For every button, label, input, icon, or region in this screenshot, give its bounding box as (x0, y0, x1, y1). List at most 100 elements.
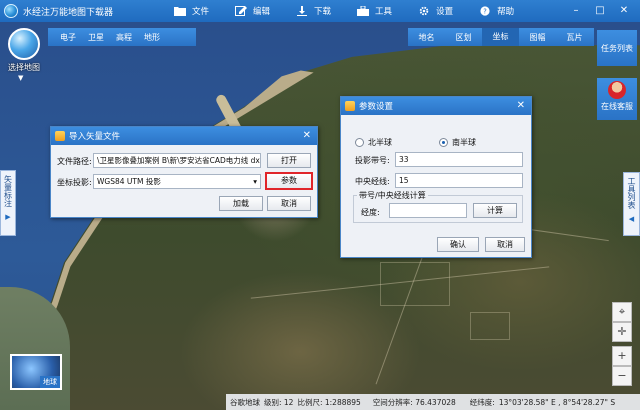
status-level: 级别: 12 (264, 397, 294, 407)
chevron-down-icon: ▾ (253, 177, 257, 186)
status-source: 谷歌地球 (230, 397, 260, 407)
task-list-button[interactable]: 任务列表 (597, 30, 637, 66)
menu-label: 帮助 (497, 7, 515, 17)
menu-download[interactable]: 下载 (296, 5, 331, 17)
vtab-label: 矢量标注 (3, 175, 13, 207)
cancel-button[interactable]: 取消 (485, 237, 525, 252)
tab-coordinates[interactable]: 坐标 (482, 28, 519, 46)
main-menu: 文件 编辑 下载 工具 设置 ? 帮助 (174, 0, 540, 22)
menu-label: 文件 (192, 7, 210, 17)
confirm-button[interactable]: 确认 (437, 237, 479, 252)
close-icon[interactable]: ✕ (303, 130, 311, 141)
tab-elevation[interactable]: 高程 (116, 32, 132, 43)
menu-settings[interactable]: 设置 (418, 5, 453, 17)
status-scale: 比例尺: 1:288895 (297, 397, 361, 407)
dialog-title: 导入矢量文件 (69, 132, 121, 142)
maximize-icon[interactable]: □ (588, 4, 612, 18)
vtab-label: 工具列表 (627, 177, 636, 209)
parameter-settings-dialog: 参数设置 ✕ 北半球 南半球 投影带号: 33 中央经线: 15 带号/中央经线… (340, 96, 532, 258)
service-avatar-icon (608, 81, 626, 99)
edit-icon (235, 6, 248, 16)
open-button[interactable]: 打开 (267, 153, 311, 168)
status-lonlat-label: 经纬度: (469, 397, 495, 407)
close-icon[interactable]: ✕ (612, 4, 636, 18)
minimize-icon[interactable]: – (564, 4, 588, 18)
projection-label: 坐标投影: (57, 178, 92, 187)
dialog-title: 参数设置 (359, 102, 394, 112)
tab-place-names[interactable]: 地名 (408, 32, 445, 43)
select-map-label: 选择地图 (8, 63, 40, 72)
tool-list-tab[interactable]: 工具列表 ◀ (623, 172, 640, 236)
online-service-button[interactable]: 在线客服 (597, 78, 637, 120)
field-area (470, 312, 510, 340)
path-label: 文件路径: (57, 157, 92, 166)
zone-label: 投影带号: (355, 156, 390, 165)
projection-select[interactable]: WGS84 UTM 投影 ▾ (93, 174, 261, 189)
gear-icon (419, 6, 429, 16)
projection-value: WGS84 UTM 投影 (97, 177, 161, 186)
south-hemisphere-label: 南半球 (452, 138, 476, 147)
tab-tiles[interactable]: 瓦片 (556, 32, 593, 43)
menu-help[interactable]: ? 帮助 (479, 5, 514, 17)
menu-tools[interactable]: 工具 (357, 5, 392, 17)
close-icon[interactable]: ✕ (517, 100, 525, 111)
import-vector-dialog: 导入矢量文件 ✕ 文件路径: \卫星影像叠加案例 B\新\罗安达省CAD电力线 … (50, 126, 318, 218)
compass-icon[interactable]: ✛ (612, 322, 632, 342)
chevron-left-icon: ◀ (628, 215, 635, 223)
select-map-button[interactable]: 选择地图 (4, 28, 44, 80)
tab-divisions[interactable]: 区划 (445, 32, 482, 43)
title-bar: 水经注万能地图下载器 文件 编辑 下载 工具 设置 ? 帮助 – □ ✕ (0, 0, 640, 22)
zone-field[interactable]: 33 (395, 152, 523, 167)
map-type-tabs: 电子 卫星 高程 地形 (48, 28, 196, 46)
longitude-field[interactable] (389, 203, 467, 218)
menu-label: 设置 (436, 7, 454, 17)
toolbox-icon (357, 6, 370, 16)
settings-icon (345, 101, 355, 111)
tab-terrain[interactable]: 地形 (144, 32, 160, 43)
overlay-tabs: 地名 区划 坐标 图幅 瓦片 (408, 28, 594, 46)
dialog-titlebar: 导入矢量文件 ✕ (51, 127, 317, 145)
download-icon (297, 6, 308, 16)
status-resolution: 空间分辨率: 76.437028 (372, 397, 456, 407)
thumbnail-label: 地球 (40, 376, 60, 388)
tab-satellite[interactable]: 卫星 (88, 32, 104, 43)
earth-thumbnail[interactable]: 地球 (10, 354, 62, 390)
central-meridian-label: 中央经线: (355, 177, 390, 186)
globe-icon (8, 28, 40, 60)
menu-file[interactable]: 文件 (174, 5, 209, 17)
help-icon: ? (480, 6, 490, 16)
north-hemisphere-label: 北半球 (368, 138, 392, 147)
locate-icon[interactable]: ⌖ (612, 302, 632, 322)
tab-sheets[interactable]: 图幅 (519, 32, 556, 43)
vector-annotation-tab[interactable]: 矢量标注 ▶ (0, 170, 16, 236)
status-bar: 谷歌地球 级别: 12 比例尺: 1:288895 空间分辨率: 76.4370… (226, 394, 640, 410)
menu-label: 下载 (314, 7, 332, 17)
calculate-button[interactable]: 计算 (473, 203, 517, 218)
path-field[interactable]: \卫星影像叠加案例 B\新\罗安达省CAD电力线 dxf. (93, 153, 261, 168)
lagoon (0, 287, 70, 410)
parameters-button[interactable]: 参数 (265, 172, 313, 190)
menu-edit[interactable]: 编辑 (235, 5, 270, 17)
tab-electronic[interactable]: 电子 (60, 32, 76, 43)
chevron-right-icon: ▶ (5, 213, 11, 221)
dialog-titlebar: 参数设置 ✕ (341, 97, 531, 115)
central-meridian-field[interactable]: 15 (395, 173, 523, 188)
load-button[interactable]: 加载 (219, 196, 263, 211)
folder-icon (174, 7, 186, 16)
app-title: 水经注万能地图下载器 (23, 7, 114, 18)
longitude-label: 经度: (361, 208, 380, 217)
folder-icon (55, 131, 65, 141)
south-hemisphere-radio[interactable] (439, 138, 448, 147)
app-logo-icon (4, 4, 18, 18)
zoom-out-icon[interactable]: − (612, 366, 632, 386)
online-service-label: 在线客服 (601, 102, 633, 111)
menu-label: 编辑 (253, 7, 271, 17)
chevron-down-icon[interactable]: ▼ (18, 74, 23, 82)
svg-text:?: ? (483, 8, 487, 16)
calculation-group-label: 带号/中央经线计算 (357, 190, 428, 201)
cancel-button[interactable]: 取消 (267, 196, 311, 211)
north-hemisphere-radio[interactable] (355, 138, 364, 147)
zoom-in-icon[interactable]: + (612, 346, 632, 366)
menu-label: 工具 (375, 7, 393, 17)
window-controls: – □ ✕ (564, 4, 636, 18)
